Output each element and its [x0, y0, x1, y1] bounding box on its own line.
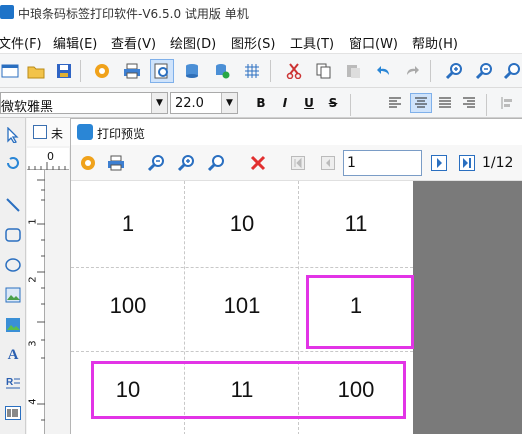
copy-icon[interactable]	[312, 59, 336, 83]
ruler-label: 2	[27, 276, 39, 283]
align-objects-icon[interactable]	[496, 93, 518, 113]
ruler-label: 1	[27, 218, 39, 225]
bold-button[interactable]: B	[250, 93, 272, 113]
window-title: 中琅条码标签打印软件-V6.5.0 试用版 单机	[18, 7, 249, 21]
open-folder-icon[interactable]	[24, 59, 48, 83]
vertical-ruler: 1 2 3 4	[27, 170, 45, 434]
title-bar: 中琅条码标签打印软件-V6.5.0 试用版 单机	[0, 0, 522, 26]
rectangle-tool-icon[interactable]	[2, 224, 24, 246]
print-icon[interactable]	[105, 152, 127, 174]
menu-draw[interactable]: 绘图(D)	[170, 33, 216, 52]
database-settings-icon[interactable]	[210, 59, 234, 83]
print-preview-icon[interactable]	[150, 59, 174, 83]
font-name-value: 微软雅黑	[1, 100, 54, 115]
align-right-icon[interactable]	[458, 93, 480, 113]
zoom-out-icon[interactable]	[145, 152, 167, 174]
menu-shape[interactable]: 图形(S)	[231, 33, 275, 52]
menu-edit[interactable]: 编辑(E)	[53, 33, 97, 52]
menu-tools[interactable]: 工具(T)	[290, 33, 334, 52]
font-size-value: 22.0	[175, 96, 204, 111]
document-tab-label: 未	[51, 127, 64, 141]
print-preview-window: 打印预览 1 1/12 1 10 11 100 101 1 10 11 100	[70, 118, 522, 434]
grid-icon[interactable]	[240, 59, 264, 83]
horizontal-ruler: 0	[27, 148, 69, 170]
align-justify-icon[interactable]	[434, 93, 456, 113]
zoom-fit-icon[interactable]	[205, 152, 227, 174]
new-window-icon[interactable]	[0, 59, 22, 83]
app-logo-icon	[77, 124, 93, 140]
svg-text:R: R	[6, 377, 14, 388]
rotate-icon[interactable]	[2, 152, 24, 174]
highlight-box	[91, 361, 406, 419]
format-toolbar: 微软雅黑 ▼ 22.0 ▼ B I U S	[0, 88, 522, 118]
underline-button[interactable]: U	[298, 93, 320, 113]
font-name-select[interactable]: 微软雅黑 ▼	[0, 92, 168, 115]
main-toolbar	[0, 54, 522, 88]
redo-icon[interactable]	[400, 59, 424, 83]
zoom-in-icon[interactable]	[175, 152, 197, 174]
zoom-in-icon[interactable]	[442, 59, 466, 83]
font-size-select[interactable]: 22.0 ▼	[170, 92, 238, 114]
ruler-label: 3	[27, 340, 39, 347]
line-tool-icon[interactable]	[2, 194, 24, 216]
page-number-value: 1	[347, 155, 356, 171]
previous-page-icon[interactable]	[317, 152, 339, 174]
barcode-tool-icon[interactable]	[2, 402, 24, 424]
label-cell: 11	[344, 211, 368, 236]
page-count: 1/12	[482, 155, 514, 171]
ellipse-tool-icon[interactable]	[2, 254, 24, 276]
save-icon[interactable]	[52, 59, 76, 83]
print-icon[interactable]	[120, 59, 144, 83]
italic-button[interactable]: I	[274, 93, 296, 113]
settings-gear-icon[interactable]	[77, 152, 99, 174]
align-left-icon[interactable]	[384, 93, 406, 113]
next-page-icon[interactable]	[428, 152, 450, 174]
database-icon[interactable]	[180, 59, 204, 83]
paste-icon[interactable]	[342, 59, 366, 83]
first-page-icon[interactable]	[287, 152, 309, 174]
document-icon	[33, 125, 47, 139]
close-icon[interactable]	[247, 152, 269, 174]
select-pointer-icon[interactable]	[2, 124, 24, 146]
menu-view[interactable]: 查看(V)	[111, 33, 156, 52]
menu-file[interactable]: 文件(F)	[0, 33, 42, 52]
zoom-out-icon[interactable]	[472, 59, 496, 83]
chevron-down-icon[interactable]: ▼	[221, 93, 237, 113]
settings-gear-icon[interactable]	[90, 59, 114, 83]
rich-text-tool-icon[interactable]: R	[2, 372, 24, 394]
menu-bar: 文件(F) 编辑(E) 查看(V) 绘图(D) 图形(S) 工具(T) 窗口(W…	[0, 26, 522, 54]
label-cell: 101	[223, 293, 261, 318]
zoom-fit-icon[interactable]	[500, 59, 522, 83]
menu-help[interactable]: 帮助(H)	[412, 33, 458, 52]
preview-toolbar: 1 1/12	[71, 145, 522, 181]
preview-title-bar: 打印预览	[71, 119, 522, 145]
align-center-icon[interactable]	[410, 93, 432, 113]
chevron-down-icon[interactable]: ▼	[151, 93, 167, 113]
ruler-label: 4	[27, 398, 39, 405]
menu-window[interactable]: 窗口(W)	[349, 33, 398, 52]
text-tool-icon[interactable]: A	[2, 344, 24, 366]
last-page-icon[interactable]	[456, 152, 478, 174]
page-number-input[interactable]: 1	[343, 150, 422, 176]
preview-title: 打印预览	[97, 127, 146, 141]
strikethrough-button[interactable]: S	[322, 93, 344, 113]
cut-icon[interactable]	[282, 59, 306, 83]
drawing-toolbox: A R	[0, 118, 26, 434]
preview-canvas: 1 10 11 100 101 1 10 11 100	[71, 181, 522, 434]
label-cell: 1	[121, 211, 135, 236]
highlight-box	[306, 275, 414, 349]
undo-icon[interactable]	[372, 59, 396, 83]
label-cell: 10	[229, 211, 255, 236]
image-tool-icon[interactable]	[2, 284, 24, 306]
app-logo-icon	[0, 5, 14, 19]
picture-tool-icon[interactable]	[2, 314, 24, 336]
label-cell: 100	[109, 293, 147, 318]
